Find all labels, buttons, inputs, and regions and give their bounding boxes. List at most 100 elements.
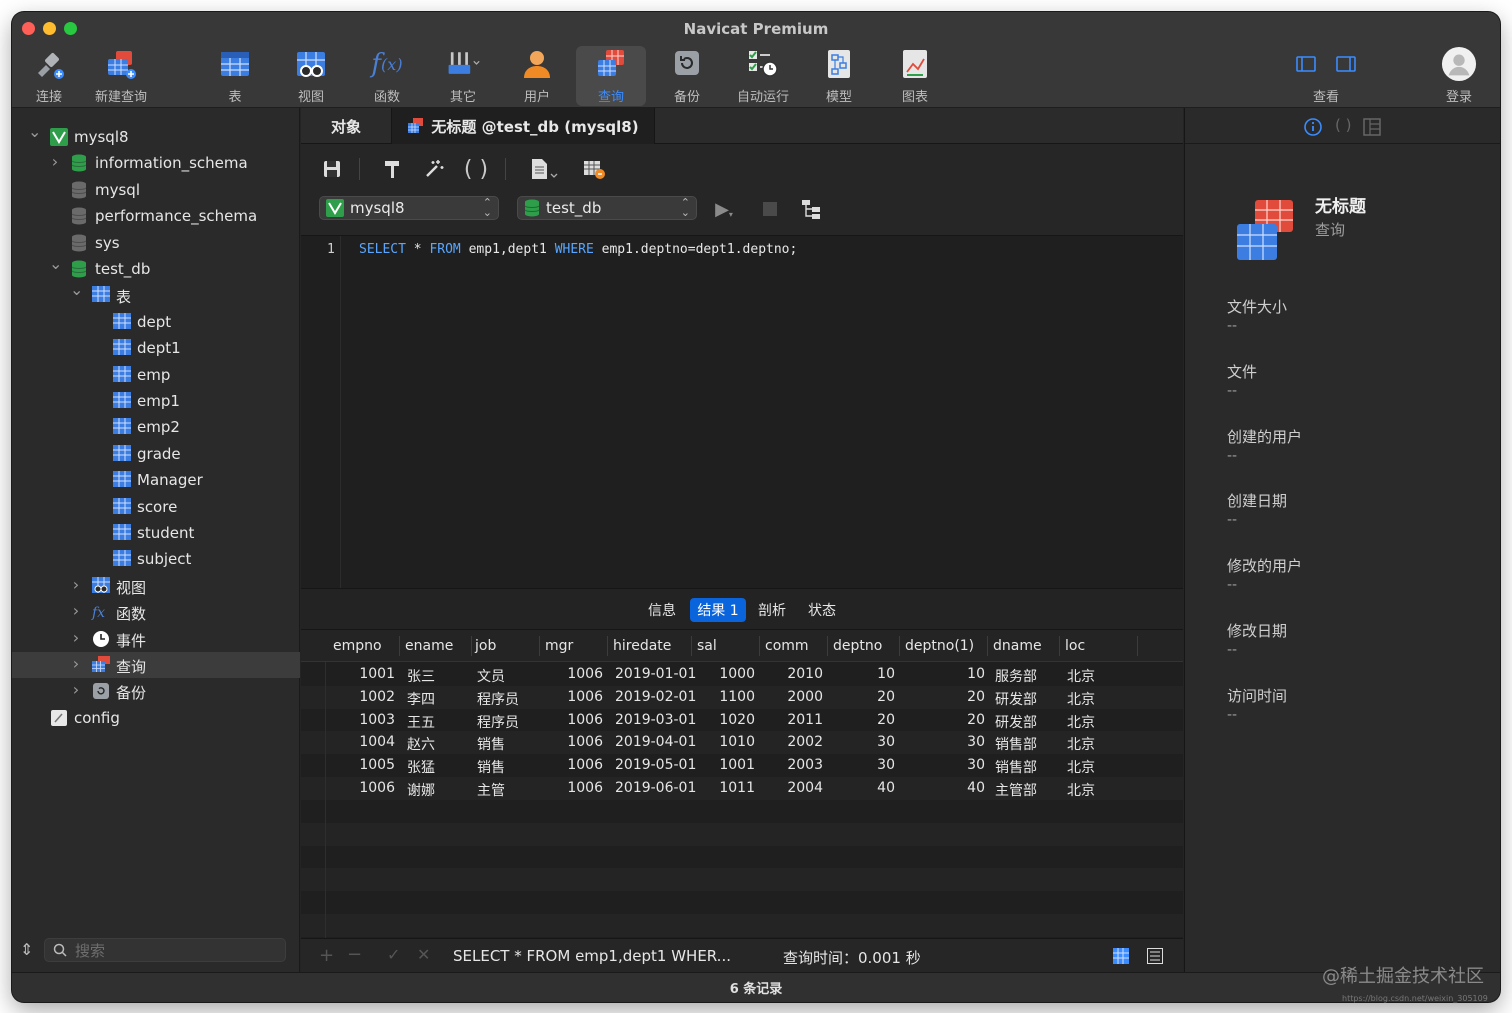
toolbar-connect-button[interactable]: 连接 — [14, 46, 84, 106]
table-cell[interactable]: 2010 — [787, 666, 823, 682]
toolbar-user-button[interactable]: 用户 — [502, 46, 572, 106]
tree-item--[interactable]: › 事件 — [12, 626, 300, 652]
table-cell[interactable]: 2019-06-01 — [615, 780, 696, 796]
table-row[interactable]: 1001 张三 文员 1006 2019-01-01 1000 2010 10 10 服务部 北京 — [301, 663, 1183, 686]
filter-toggle-icon[interactable]: ⇕ — [20, 940, 33, 959]
table-cell[interactable]: 2019-03-01 — [615, 712, 696, 728]
save-button[interactable] — [319, 156, 345, 182]
toolbar-other-button[interactable]: 其它 — [428, 46, 498, 106]
tree-item--[interactable]: › 备份 — [12, 678, 300, 704]
table-cell[interactable]: 张猛 — [407, 757, 435, 777]
tree-item-config[interactable]: config — [12, 705, 300, 731]
table-cell[interactable]: 1006 — [567, 666, 603, 682]
table-cell[interactable]: 2011 — [787, 712, 823, 728]
chevron-right-icon[interactable]: › — [70, 575, 82, 594]
tab-objects[interactable]: 对象 — [301, 108, 391, 144]
ddl-icon[interactable]: ( ) — [1335, 116, 1351, 134]
tree-item-manager[interactable]: Manager — [12, 467, 300, 493]
chevron-right-icon[interactable]: › — [49, 152, 61, 171]
toggle-left-pane-icon[interactable] — [1296, 56, 1316, 72]
toolbar-new-query-button[interactable]: 新建查询 — [86, 46, 156, 106]
table-cell[interactable]: 北京 — [1067, 780, 1095, 800]
format-button[interactable] — [379, 156, 405, 182]
tab-status[interactable]: 状态 — [801, 598, 843, 622]
table-cell[interactable]: 赵六 — [407, 734, 435, 754]
tree-item-test-db[interactable]: ⌄ test_db — [12, 254, 300, 282]
tree-item--[interactable]: ⌄ 表 — [12, 280, 300, 308]
column-divider[interactable] — [899, 636, 900, 656]
chevron-right-icon[interactable]: › — [70, 601, 82, 620]
tree-item-dept[interactable]: dept — [12, 309, 300, 335]
explain-button[interactable] — [799, 196, 825, 222]
beautify-button[interactable] — [421, 156, 447, 182]
column-divider[interactable] — [539, 636, 540, 656]
tree-item-information-schema[interactable]: › information_schema — [12, 150, 300, 176]
column-header[interactable]: ename — [405, 638, 453, 654]
table-cell[interactable]: 文员 — [477, 666, 505, 686]
table-cell[interactable]: 1010 — [719, 734, 755, 750]
table-row[interactable]: 1003 王五 程序员 1006 2019-03-01 1020 2011 20 20 研发部 北京 — [301, 709, 1183, 732]
table-cell[interactable]: 北京 — [1067, 689, 1095, 709]
table-cell[interactable]: 20 — [877, 712, 895, 728]
grid-view-icon[interactable] — [1113, 948, 1129, 968]
chevron-down-icon[interactable]: ⌄ — [28, 122, 41, 141]
table-cell[interactable]: 北京 — [1067, 734, 1095, 754]
table-row[interactable]: 1002 李四 程序员 1006 2019-02-01 1100 2000 20 20 研发部 北京 — [301, 685, 1183, 709]
toolbar-chart-button[interactable]: 图表 — [880, 46, 950, 106]
database-select[interactable]: test_db ⌃ ⌄ — [517, 196, 697, 220]
tree-item-dept1[interactable]: dept1 — [12, 335, 300, 361]
tab-info[interactable]: 信息 — [641, 598, 683, 622]
table-cell[interactable]: 1006 — [567, 757, 603, 773]
column-header[interactable]: loc — [1065, 638, 1085, 654]
table-cell[interactable]: 2002 — [787, 734, 823, 750]
tree-item--[interactable]: › fx 函数 — [12, 599, 300, 625]
column-divider[interactable] — [987, 636, 988, 656]
toolbar-model-button[interactable]: 模型 — [804, 46, 874, 106]
table-cell[interactable]: 10 — [967, 666, 985, 682]
table-cell[interactable]: 20 — [967, 712, 985, 728]
table-cell[interactable]: 1006 — [567, 689, 603, 705]
toolbar-backup-button[interactable]: 备份 — [652, 46, 722, 106]
column-header[interactable]: deptno(1) — [905, 638, 974, 654]
tab-profile[interactable]: 剖析 — [751, 598, 793, 622]
table-cell[interactable]: 1006 — [567, 780, 603, 796]
table-cell[interactable]: 2019-01-01 — [615, 666, 696, 682]
tree-item-subject[interactable]: subject — [12, 546, 300, 572]
tree-item-emp2[interactable]: emp2 — [12, 414, 300, 440]
table-cell[interactable]: 2003 — [787, 757, 823, 773]
column-divider[interactable] — [1059, 636, 1060, 656]
tree-item-student[interactable]: student — [12, 520, 300, 546]
table-cell[interactable]: 2004 — [787, 780, 823, 796]
table-cell[interactable]: 谢娜 — [407, 780, 435, 800]
table-cell[interactable]: 1001 — [359, 666, 395, 682]
table-row[interactable]: 1005 张猛 销售 1006 2019-05-01 1001 2003 30 30 销售部 北京 — [301, 754, 1183, 777]
chevron-down-icon[interactable]: ⌄ — [70, 280, 83, 299]
tree-item-grade[interactable]: grade — [12, 441, 300, 467]
table-cell[interactable]: 北京 — [1067, 757, 1095, 777]
table-cell[interactable]: 1020 — [719, 712, 755, 728]
preview-icon[interactable] — [1363, 118, 1381, 136]
tree-item-sys[interactable]: sys — [12, 230, 300, 256]
discard-changes-icon[interactable]: ✕ — [417, 945, 430, 964]
add-row-icon[interactable]: + — [319, 945, 334, 966]
table-cell[interactable]: 程序员 — [477, 712, 519, 732]
table-cell[interactable]: 北京 — [1067, 712, 1095, 732]
toolbar-function-button[interactable]: f (x) 函数 — [352, 46, 422, 106]
table-cell[interactable]: 李四 — [407, 689, 435, 709]
table-cell[interactable]: 20 — [967, 689, 985, 705]
table-row[interactable]: 1004 赵六 销售 1006 2019-04-01 1010 2002 30 30 销售部 北京 — [301, 731, 1183, 755]
table-cell[interactable]: 销售部 — [995, 757, 1037, 777]
tab-query[interactable]: 无标题 @test_db (mysql8) — [391, 108, 655, 144]
table-cell[interactable]: 1100 — [719, 689, 755, 705]
code-snippet-button[interactable]: ( ) — [463, 156, 489, 182]
run-button[interactable]: ▶ ▾ — [711, 196, 737, 222]
chevron-right-icon[interactable]: › — [70, 628, 82, 647]
table-cell[interactable]: 1011 — [719, 780, 755, 796]
table-cell[interactable]: 20 — [877, 689, 895, 705]
table-cell[interactable]: 1004 — [359, 734, 395, 750]
column-divider[interactable] — [827, 636, 828, 656]
tree-item-mysql8[interactable]: ⌄ mysql8 — [12, 122, 300, 150]
toolbar-table-button[interactable]: 表 — [200, 46, 270, 106]
toolbar-automation-button[interactable]: 自动运行 — [728, 46, 798, 106]
table-cell[interactable]: 40 — [877, 780, 895, 796]
